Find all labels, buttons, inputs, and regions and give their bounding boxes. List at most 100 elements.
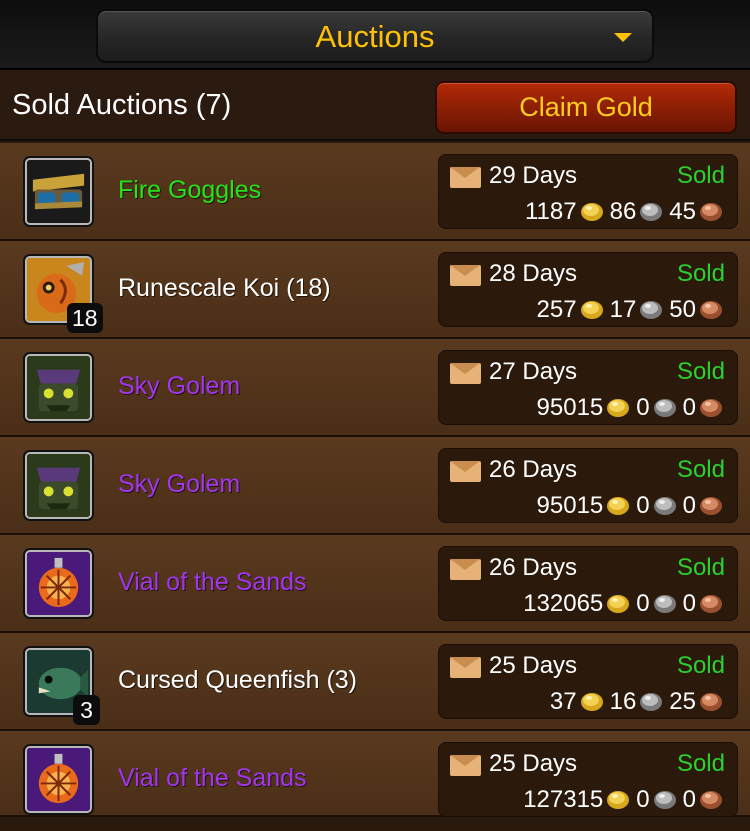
- gold-amount: 127315: [523, 786, 604, 813]
- silver-amount: 16: [609, 688, 637, 715]
- mail-icon: [450, 755, 481, 776]
- gold-coin-icon: [606, 592, 630, 616]
- sale-price: 95015 0 0: [531, 394, 723, 422]
- auctions-dropdown[interactable]: Auctions: [96, 9, 654, 63]
- auction-info-panel: 26 Days Sold 132065 0 0: [438, 546, 738, 621]
- stack-count-badge: 18: [67, 303, 103, 333]
- claim-gold-button[interactable]: Claim Gold: [435, 81, 737, 134]
- gold-amount: 95015: [536, 394, 604, 421]
- silver-amount: 0: [636, 492, 650, 519]
- days-remaining: 26 Days: [489, 456, 578, 483]
- auction-info-panel: 27 Days Sold 95015 0 0: [438, 350, 738, 425]
- sale-price: 127315 0 0: [517, 786, 723, 814]
- copper-amount: 0: [682, 394, 696, 421]
- copper-coin-icon: [699, 592, 723, 616]
- gold-coin-icon: [606, 788, 630, 812]
- mail-icon: [450, 265, 481, 286]
- auction-row[interactable]: Vial of the Sands 25 Days Sold 127315 0 …: [0, 731, 750, 817]
- silver-coin-icon: [639, 200, 663, 224]
- sale-price: 37 16 25: [544, 688, 723, 716]
- mail-icon: [450, 167, 481, 188]
- mail-icon: [450, 461, 481, 482]
- silver-coin-icon: [653, 788, 677, 812]
- status-label: Sold: [676, 554, 725, 581]
- silver-coin-icon: [639, 298, 663, 322]
- silver-coin-icon: [639, 690, 663, 714]
- auction-info-panel: 25 Days Sold 37 16 25: [438, 644, 738, 719]
- auction-info-panel: 25 Days Sold 127315 0 0: [438, 742, 738, 817]
- auction-row[interactable]: Fire Goggles 29 Days Sold 1187 86 45: [0, 143, 750, 241]
- item-name: Vial of the Sands: [118, 764, 307, 792]
- copper-coin-icon: [699, 494, 723, 518]
- gold-coin-icon: [580, 200, 604, 224]
- item-name: Sky Golem: [118, 470, 241, 498]
- copper-amount: 0: [682, 786, 696, 813]
- item-name: Fire Goggles: [118, 176, 262, 204]
- silver-coin-icon: [653, 494, 677, 518]
- days-remaining: 28 Days: [489, 260, 578, 287]
- copper-amount: 50: [669, 296, 696, 323]
- status-label: Sold: [676, 652, 725, 679]
- vial-icon: [25, 550, 92, 617]
- copper-coin-icon: [699, 690, 723, 714]
- copper-amount: 0: [682, 590, 696, 617]
- item-name: Runescale Koi (18): [118, 274, 331, 302]
- silver-coin-icon: [653, 396, 677, 420]
- gold-coin-icon: [606, 396, 630, 420]
- silver-amount: 0: [636, 394, 650, 421]
- copper-amount: 25: [669, 688, 696, 715]
- auction-row[interactable]: Sky Golem 27 Days Sold 95015 0 0: [0, 339, 750, 437]
- auction-list: Fire Goggles 29 Days Sold 1187 86 45 18 …: [0, 143, 750, 817]
- sale-price: 132065 0 0: [517, 590, 723, 618]
- gold-coin-icon: [606, 494, 630, 518]
- copper-amount: 45: [669, 198, 696, 225]
- silver-amount: 0: [636, 590, 650, 617]
- sale-price: 1187 86 45: [519, 198, 723, 226]
- dropdown-label: Auctions: [315, 19, 435, 54]
- status-label: Sold: [676, 750, 725, 777]
- auction-info-panel: 28 Days Sold 257 17 50: [438, 252, 738, 327]
- auction-row[interactable]: Vial of the Sands 26 Days Sold 132065 0 …: [0, 535, 750, 633]
- silver-amount: 86: [609, 198, 637, 225]
- section-title: Sold Auctions (7): [12, 89, 232, 121]
- auction-row[interactable]: Sky Golem 26 Days Sold 95015 0 0: [0, 437, 750, 535]
- item-name: Vial of the Sands: [118, 568, 307, 596]
- copper-coin-icon: [699, 298, 723, 322]
- gold-coin-icon: [580, 690, 604, 714]
- item-name: Sky Golem: [118, 372, 241, 400]
- mail-icon: [450, 657, 481, 678]
- days-remaining: 27 Days: [489, 358, 578, 385]
- sale-price: 95015 0 0: [531, 492, 723, 520]
- status-label: Sold: [676, 162, 725, 189]
- mail-icon: [450, 363, 481, 384]
- gold-amount: 132065: [523, 590, 604, 617]
- mail-icon: [450, 559, 481, 580]
- gold-amount: 37: [549, 688, 577, 715]
- gold-amount: 1187: [524, 198, 577, 225]
- copper-coin-icon: [699, 788, 723, 812]
- gold-amount: 95015: [536, 492, 604, 519]
- stack-count-badge: 3: [73, 695, 100, 725]
- copper-amount: 0: [682, 492, 696, 519]
- status-label: Sold: [676, 260, 725, 287]
- auction-row[interactable]: 18 Runescale Koi (18) 28 Days Sold 257 1…: [0, 241, 750, 339]
- top-bar: Auctions: [0, 0, 750, 70]
- silver-amount: 0: [636, 786, 650, 813]
- copper-coin-icon: [699, 396, 723, 420]
- status-label: Sold: [676, 456, 725, 483]
- days-remaining: 29 Days: [489, 162, 578, 189]
- item-name: Cursed Queenfish (3): [118, 666, 358, 694]
- golem-icon: [25, 354, 92, 421]
- status-label: Sold: [676, 358, 725, 385]
- days-remaining: 25 Days: [489, 652, 578, 679]
- silver-coin-icon: [653, 592, 677, 616]
- auction-info-panel: 26 Days Sold 95015 0 0: [438, 448, 738, 523]
- gold-amount: 257: [536, 296, 577, 323]
- sale-price: 257 17 50: [531, 296, 723, 324]
- vial-icon: [25, 746, 92, 813]
- gold-coin-icon: [580, 298, 604, 322]
- auction-row[interactable]: 3 Cursed Queenfish (3) 25 Days Sold 37 1…: [0, 633, 750, 731]
- sold-auctions-header: Sold Auctions (7) Claim Gold: [0, 72, 750, 141]
- auction-info-panel: 29 Days Sold 1187 86 45: [438, 154, 738, 229]
- days-remaining: 25 Days: [489, 750, 578, 777]
